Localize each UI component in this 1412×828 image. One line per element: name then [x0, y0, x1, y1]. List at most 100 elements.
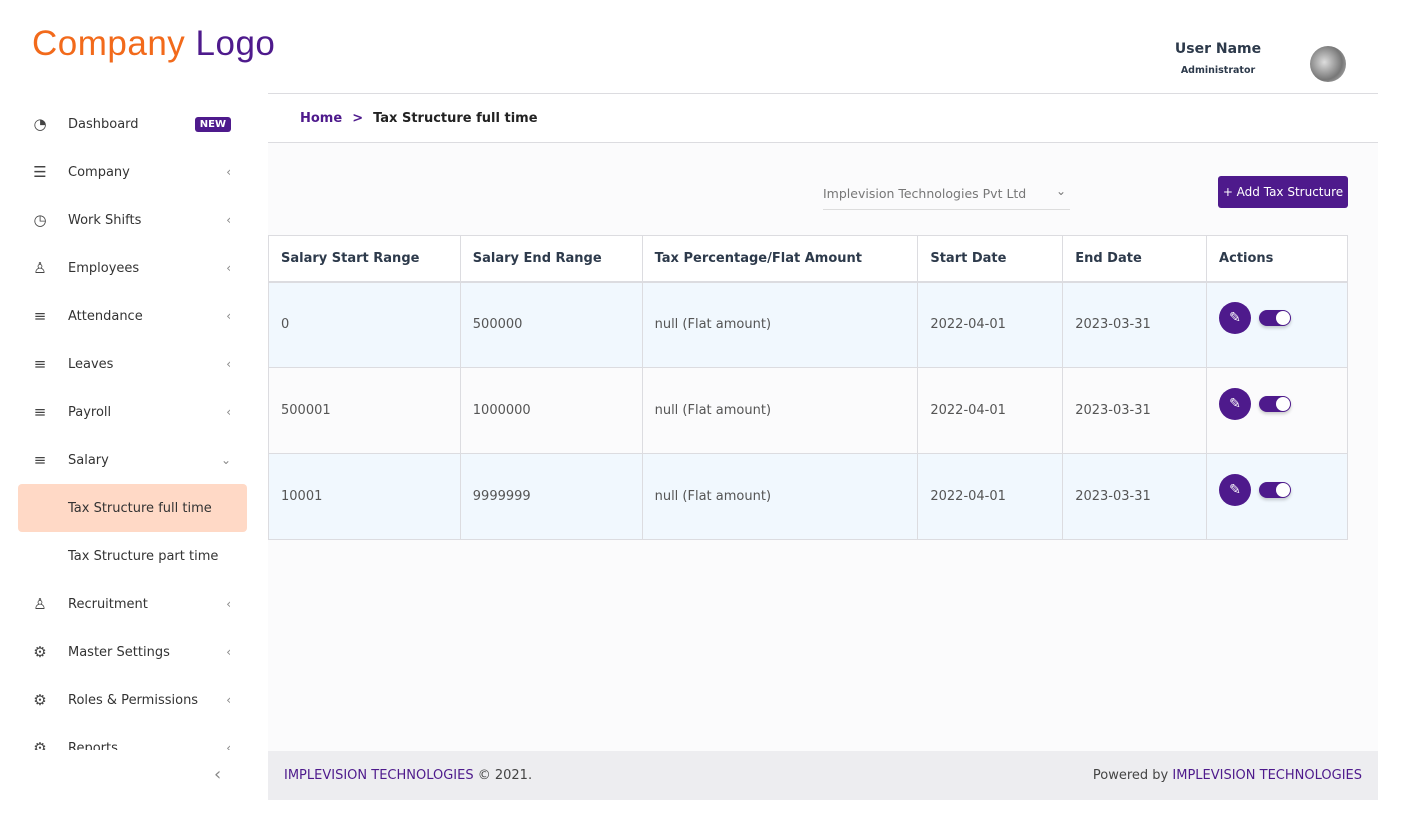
sidebar-item-label: Recruitment: [68, 596, 148, 612]
sidebar-item-attendance[interactable]: ≡ Attendance ‹: [18, 292, 247, 340]
collapse-sidebar-icon[interactable]: ‹: [214, 764, 221, 785]
breadcrumb-separator: >: [352, 110, 364, 126]
chevron-left-icon: ‹: [226, 309, 231, 323]
company-logo: Company Logo: [32, 24, 276, 63]
table-cell: 2023-03-31: [1062, 281, 1208, 368]
sidebar-item-label: Reports: [68, 740, 118, 751]
add-tax-structure-button[interactable]: + Add Tax Structure: [1218, 176, 1348, 208]
sidebar-item-label: Roles & Permissions: [68, 692, 199, 708]
table-cell: 2023-03-31: [1062, 453, 1208, 540]
chevron-left-icon: ‹: [226, 645, 231, 659]
chevron-left-icon: ‹: [226, 741, 231, 750]
column-header: Salary End Range: [459, 235, 643, 283]
chevron-left-icon: ‹: [226, 693, 231, 707]
status-toggle[interactable]: [1259, 481, 1292, 498]
status-toggle[interactable]: [1259, 309, 1292, 326]
chevron-left-icon: ‹: [226, 165, 231, 179]
sidebar-item-tax-structure-full-time[interactable]: Tax Structure full time: [18, 484, 247, 532]
gauge-icon: ◔: [33, 115, 47, 133]
sidebar-item-label: Tax Structure full time: [68, 500, 212, 516]
edit-icon[interactable]: ✎: [1219, 387, 1252, 420]
sidebar-item-label: Attendance: [68, 308, 143, 324]
gear-icon: ⚙: [33, 691, 47, 709]
column-header: Salary Start Range: [268, 235, 461, 283]
table-cell: 9999999: [459, 453, 643, 540]
company-select[interactable]: Implevision Technologies Pvt Ltd ⌄: [823, 176, 1070, 210]
sidebar-item-tax-structure-part-time[interactable]: Tax Structure part time: [18, 532, 247, 580]
lines-icon: ≡: [33, 307, 47, 325]
actions-cell: ✎: [1206, 367, 1348, 454]
status-toggle[interactable]: [1259, 395, 1292, 412]
column-header: Actions: [1206, 235, 1348, 283]
sidebar-item-company[interactable]: ☰ Company ‹: [18, 148, 247, 196]
table-cell: 1000000: [459, 367, 643, 454]
sidebar-item-label: Master Settings: [68, 644, 170, 660]
user-plus-icon: ♙: [33, 595, 47, 613]
user-info[interactable]: User Name Administrator: [1160, 41, 1276, 76]
sidebar-item-roles-permissions[interactable]: ⚙ Roles & Permissions ‹: [18, 676, 247, 724]
sidebar-item-recruitment[interactable]: ♙ Recruitment ‹: [18, 580, 247, 628]
sidebar-item-label: Work Shifts: [68, 212, 142, 228]
sidebar-item-label: Employees: [68, 260, 140, 276]
chevron-left-icon: ‹: [226, 597, 231, 611]
sidebar-item-salary[interactable]: ≡ Salary ⌄: [18, 436, 247, 484]
sidebar-item-payroll[interactable]: ≡ Payroll ‹: [18, 388, 247, 436]
table-cell: null (Flat amount): [641, 367, 919, 454]
sidebar-item-label: Payroll: [68, 404, 112, 420]
chevron-down-icon: ⌄: [1055, 184, 1066, 198]
new-badge: NEW: [194, 116, 231, 132]
sidebar-item-employees[interactable]: ♙ Employees ‹: [18, 244, 247, 292]
actions-cell: ✎: [1206, 281, 1348, 368]
edit-icon[interactable]: ✎: [1219, 473, 1252, 506]
footer-powered-link[interactable]: IMPLEVISION TECHNOLOGIES: [1172, 768, 1362, 783]
footer: IMPLEVISION TECHNOLOGIES © 2021. Powered…: [268, 751, 1378, 800]
table-cell: 10001: [268, 453, 461, 540]
table-cell: 2022-04-01: [917, 367, 1064, 454]
chevron-left-icon: ‹: [226, 357, 231, 371]
tax-structure-table: Salary Start Range Salary End Range Tax Pe…: [268, 235, 1348, 540]
table-cell: 0: [268, 281, 461, 368]
table-cell: 2023-03-31: [1062, 367, 1208, 454]
user-icon: ♙: [33, 259, 47, 277]
table-cell: null (Flat amount): [641, 281, 919, 368]
column-header: Start Date: [917, 235, 1064, 283]
table-row: 0 500000 null (Flat amount) 2022-04-01 2023-…: [268, 281, 1348, 368]
chevron-down-icon: ⌄: [220, 453, 231, 467]
sidebar-item-leaves[interactable]: ≡ Leaves ‹: [18, 340, 247, 388]
sidebar-item-label: Dashboard: [68, 116, 139, 132]
lines-icon: ≡: [33, 355, 47, 373]
sidebar-item-master-settings[interactable]: ⚙ Master Settings ‹: [18, 628, 247, 676]
sidebar-item-work-shifts[interactable]: ◷ Work Shifts ‹: [18, 196, 247, 244]
breadcrumb-current: Tax Structure full time: [373, 110, 538, 126]
table-cell: null (Flat amount): [641, 453, 919, 540]
breadcrumb-home[interactable]: Home: [300, 111, 342, 126]
chevron-left-icon: ‹: [226, 261, 231, 275]
avatar[interactable]: [1310, 46, 1346, 82]
table-row: 500001 1000000 null (Flat amount) 2022-04-0…: [268, 367, 1348, 454]
table-cell: 2022-04-01: [917, 453, 1064, 540]
column-header: Tax Percentage/Flat Amount: [641, 235, 919, 283]
gear-icon: ⚙: [33, 643, 47, 661]
sidebar-item-reports[interactable]: ⚙ Reports ‹: [18, 724, 247, 750]
chevron-left-icon: ‹: [226, 213, 231, 227]
main-content: Home > Tax Structure full time Implevisi…: [268, 93, 1378, 751]
user-role: Administrator: [1180, 65, 1256, 76]
lines-icon: ≡: [33, 451, 47, 469]
actions-cell: ✎: [1206, 453, 1348, 540]
clock-icon: ◷: [33, 211, 47, 229]
sidebar-item-label: Leaves: [68, 356, 114, 372]
list-icon: ☰: [33, 163, 47, 181]
edit-icon[interactable]: ✎: [1219, 301, 1252, 334]
table-row: 10001 9999999 null (Flat amount) 2022-04-01…: [268, 453, 1348, 540]
sidebar-item-label: Tax Structure part time: [68, 548, 219, 564]
user-name: User Name: [1174, 41, 1262, 57]
breadcrumb: Home > Tax Structure full time: [268, 94, 1378, 143]
sidebar: ◔ Dashboard NEW ☰ Company ‹ ◷ Work Shifts ‹ ♙ Empl…: [0, 100, 248, 750]
sidebar-item-label: Salary: [68, 452, 109, 468]
table-cell: 500000: [459, 281, 643, 368]
gear-icon: ⚙: [33, 739, 47, 750]
sidebar-item-dashboard[interactable]: ◔ Dashboard NEW: [18, 100, 247, 148]
table-cell: 500001: [268, 367, 461, 454]
chevron-left-icon: ‹: [226, 405, 231, 419]
footer-brand-link[interactable]: IMPLEVISION TECHNOLOGIES: [284, 768, 474, 783]
